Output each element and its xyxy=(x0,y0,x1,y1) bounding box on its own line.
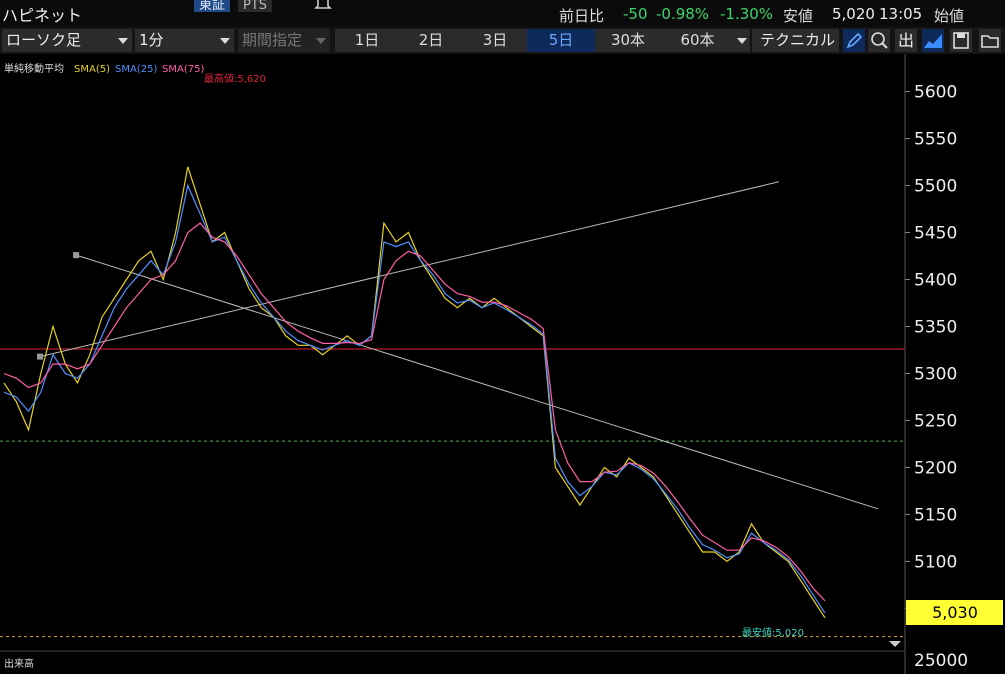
chart-type-value: ローソク足 xyxy=(6,31,82,49)
interval-value: 1分 xyxy=(139,31,164,49)
low-annotation: 最安値:5,020 xyxy=(742,626,804,639)
area-chart-button[interactable] xyxy=(922,29,944,52)
y-axis-ticks: 5600 5550 5500 5450 5400 5350 5300 5250 5200 5150… xyxy=(905,83,957,619)
period-select[interactable]: 期間指定 xyxy=(238,29,330,52)
trendline-handle xyxy=(73,252,80,259)
stock-title: ハピネット xyxy=(2,6,83,25)
save-button[interactable] xyxy=(950,29,972,52)
low-time: 13:05 xyxy=(879,5,923,23)
chevron-down-icon xyxy=(220,38,230,44)
y-tick-label: 5500 xyxy=(914,177,957,197)
volume-toggle-button[interactable]: 出 xyxy=(895,29,917,52)
market-tab-tse[interactable]: 東証 xyxy=(194,0,231,12)
low-pct: -1.30% xyxy=(720,5,774,23)
volume-tick: 25000 xyxy=(914,651,968,671)
y-tick-label: 5300 xyxy=(914,364,957,384)
chevron-down-icon xyxy=(316,38,326,44)
save-icon xyxy=(953,32,969,49)
y-tick-label: 5350 xyxy=(914,318,957,338)
chart-type-select[interactable]: ローソク足 xyxy=(2,29,132,52)
zoom-button[interactable] xyxy=(868,29,890,52)
sma5-legend: SMA(5) xyxy=(74,64,110,75)
chevron-down-icon xyxy=(118,38,128,44)
indicator-label: 単純移動平均 xyxy=(4,62,64,75)
volume-label: 出来高 xyxy=(4,657,34,670)
period-value: 期間指定 xyxy=(242,31,303,49)
folder-button[interactable] xyxy=(979,29,1001,52)
area-chart-icon xyxy=(924,34,942,48)
pencil-icon xyxy=(846,32,863,49)
period-more-dropdown[interactable] xyxy=(734,29,750,52)
chevron-down-icon xyxy=(737,38,747,44)
period-60bar-button[interactable]: 60本 xyxy=(661,29,734,52)
y-tick-label: 5200 xyxy=(914,458,957,478)
period-2d-button[interactable]: 2日 xyxy=(399,29,463,52)
price-chart[interactable]: 5600 5550 5500 5450 5400 5350 5300 5250 5200 5150… xyxy=(0,54,1005,674)
trendline-handle xyxy=(37,353,44,360)
period-3d-button[interactable]: 3日 xyxy=(463,29,527,52)
period-1d-button[interactable]: 1日 xyxy=(335,29,399,52)
interval-select[interactable]: 1分 xyxy=(135,29,234,52)
change-pct: -0.98% xyxy=(656,5,710,23)
technical-button[interactable]: テクニカル xyxy=(752,29,839,52)
high-annotation: 最高値:5,620 xyxy=(204,72,266,85)
y-tick-label: 5150 xyxy=(914,505,957,525)
bell-icon[interactable] xyxy=(312,0,334,12)
sma25-legend: SMA(25) xyxy=(115,64,157,75)
period-30bar-button[interactable]: 30本 xyxy=(595,29,661,52)
y-tick-label: 5600 xyxy=(914,83,957,103)
low-label: 安値 xyxy=(783,7,814,25)
market-tab-pts[interactable]: PTS xyxy=(238,0,273,12)
sma75-legend: SMA(75) xyxy=(162,64,204,75)
plot-background xyxy=(0,54,905,646)
change-value: -50 xyxy=(623,5,648,23)
folder-icon xyxy=(981,35,999,48)
period-buttons: 1日 2日 3日 5日 30本 60本 xyxy=(335,29,734,52)
period-5d-button[interactable]: 5日 xyxy=(527,29,595,52)
y-tick-label: 5100 xyxy=(914,552,957,572)
open-label: 始値 xyxy=(934,7,965,25)
draw-pencil-button[interactable] xyxy=(843,29,865,52)
info-bar: ハピネット 東証 PTS 前日比 -50 -0.98% -1.30% 安値 5,… xyxy=(0,0,1005,27)
low-price: 5,020 xyxy=(832,5,875,23)
y-tick-label: 5450 xyxy=(914,224,957,244)
change-label: 前日比 xyxy=(559,7,605,25)
magnifier-icon xyxy=(871,32,888,49)
chart-toolbar: ローソク足 1分 期間指定 1日 2日 3日 5日 30本 60本 テクニカル … xyxy=(0,27,1005,54)
y-tick-label: 5250 xyxy=(914,411,957,431)
current-price: 5,030 xyxy=(932,603,978,622)
y-tick-label: 5550 xyxy=(914,130,957,150)
y-tick-label: 5400 xyxy=(914,271,957,291)
